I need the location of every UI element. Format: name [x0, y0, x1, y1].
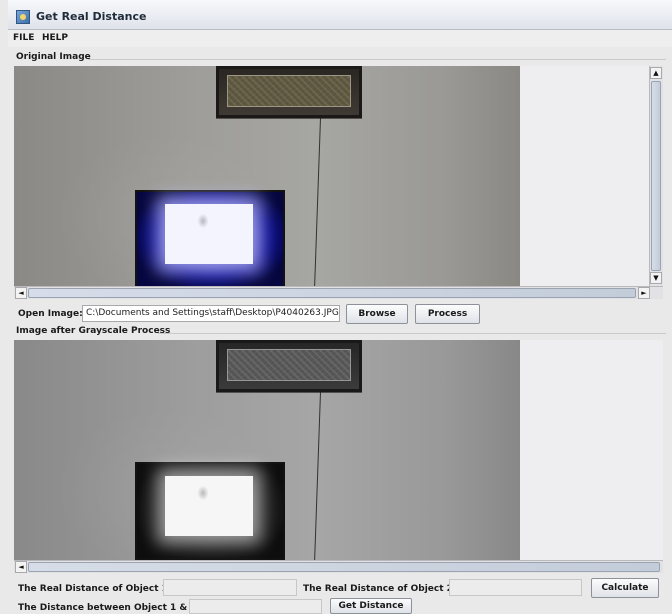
image-blank-area — [520, 340, 663, 562]
tv-grayscale — [135, 462, 285, 560]
image-path-field[interactable]: C:\Documents and Settings\staff\Desktop\… — [82, 305, 340, 322]
picture-frame — [216, 66, 362, 118]
get-distance-button[interactable]: Get Distance — [330, 598, 412, 614]
object1-distance-field[interactable] — [163, 579, 297, 596]
grayscale-image-title: Image after Grayscale Process — [16, 326, 171, 336]
window-title: Get Real Distance — [36, 10, 147, 23]
open-image-label: Open Image: — [18, 309, 83, 319]
screen-figure — [195, 212, 211, 234]
scroll-up-button[interactable]: ▲ — [650, 67, 662, 79]
menu-bar: FILE HELP — [8, 30, 672, 47]
browse-button[interactable]: Browse — [346, 304, 408, 324]
grayscale-horizontal-scrollbar[interactable]: ◄ — [14, 560, 663, 573]
scroll-right-button[interactable]: ► — [638, 287, 650, 299]
group-divider — [88, 59, 666, 60]
original-image-title: Original Image — [16, 52, 91, 62]
picture-frame-art — [227, 349, 351, 381]
tv-color — [135, 190, 285, 288]
screen-figure — [195, 484, 211, 506]
object2-distance-field[interactable] — [449, 579, 582, 596]
scroll-thumb-horizontal[interactable] — [28, 288, 636, 298]
original-image-view — [14, 66, 663, 288]
menu-file[interactable]: FILE — [13, 33, 34, 43]
image-blank-area — [520, 66, 663, 288]
group-divider — [158, 333, 666, 334]
scroll-thumb-vertical[interactable] — [651, 81, 661, 271]
picture-frame-art — [227, 75, 351, 107]
grayscale-image-view — [14, 340, 663, 562]
title-bar: Get Real Distance — [8, 0, 672, 30]
scroll-left-button[interactable]: ◄ — [15, 561, 27, 573]
picture-frame — [216, 340, 362, 392]
between-distance-label: The Distance between Object 1 & 2= — [18, 603, 205, 613]
between-distance-field[interactable] — [189, 599, 322, 614]
process-button[interactable]: Process — [415, 304, 480, 324]
object2-distance-label: The Real Distance of Object 2= — [303, 584, 461, 594]
scroll-thumb-horizontal[interactable] — [28, 562, 660, 572]
scroll-down-button[interactable]: ▼ — [650, 272, 662, 284]
app-icon — [16, 10, 30, 24]
original-vertical-scrollbar[interactable]: ▲ ▼ — [649, 66, 663, 286]
tv-screen — [165, 476, 253, 536]
tv-screen — [165, 204, 253, 264]
object1-distance-label: The Real Distance of Object 1= — [18, 584, 176, 594]
menu-help[interactable]: HELP — [42, 33, 68, 43]
original-horizontal-scrollbar[interactable]: ◄ ► — [14, 286, 663, 299]
calculate-button[interactable]: Calculate — [591, 578, 659, 598]
scroll-left-button[interactable]: ◄ — [15, 287, 27, 299]
